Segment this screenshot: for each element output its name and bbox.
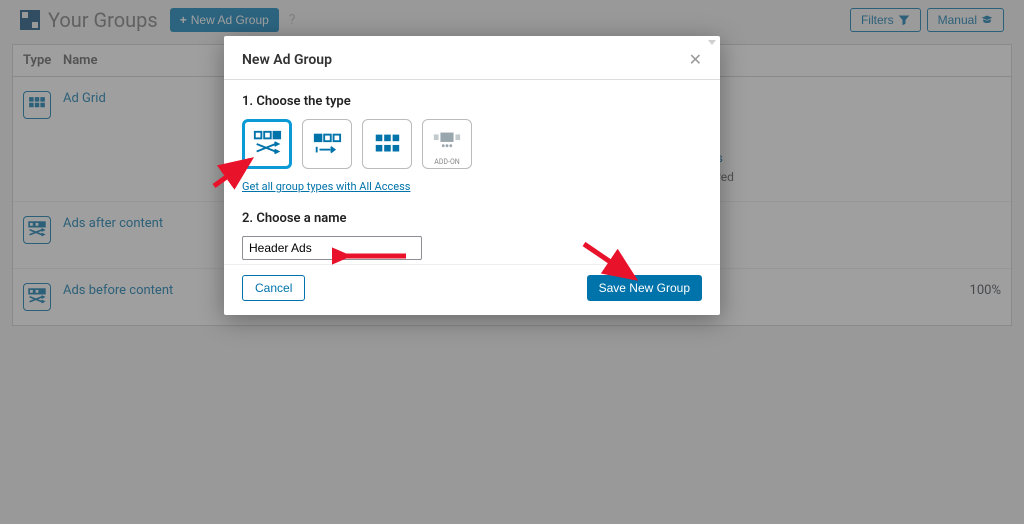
step2-label: 2. Choose a name bbox=[242, 211, 702, 226]
modal-title: New Ad Group bbox=[242, 52, 332, 68]
all-access-link[interactable]: Get all group types with All Access bbox=[242, 180, 410, 193]
step1-label: 1. Choose the type bbox=[242, 94, 702, 109]
addon-label: ADD-ON bbox=[434, 158, 460, 166]
type-options: ADD-ON bbox=[242, 119, 702, 169]
new-ad-group-modal: New Ad Group ✕ 1. Choose the type ADD-ON… bbox=[224, 36, 720, 315]
save-new-group-button[interactable]: Save New Group bbox=[587, 275, 702, 301]
ordered-type-icon bbox=[312, 129, 342, 159]
type-random[interactable] bbox=[242, 119, 292, 169]
type-slider-addon[interactable]: ADD-ON bbox=[422, 119, 472, 169]
type-grid[interactable] bbox=[362, 119, 412, 169]
slider-type-icon bbox=[432, 126, 462, 156]
group-name-input[interactable] bbox=[242, 236, 422, 260]
scroll-up-icon bbox=[708, 40, 716, 46]
grid-type-icon bbox=[372, 129, 402, 159]
random-type-icon bbox=[252, 129, 282, 159]
cancel-button[interactable]: Cancel bbox=[242, 275, 305, 301]
type-ordered[interactable] bbox=[302, 119, 352, 169]
close-icon[interactable]: ✕ bbox=[689, 50, 702, 69]
